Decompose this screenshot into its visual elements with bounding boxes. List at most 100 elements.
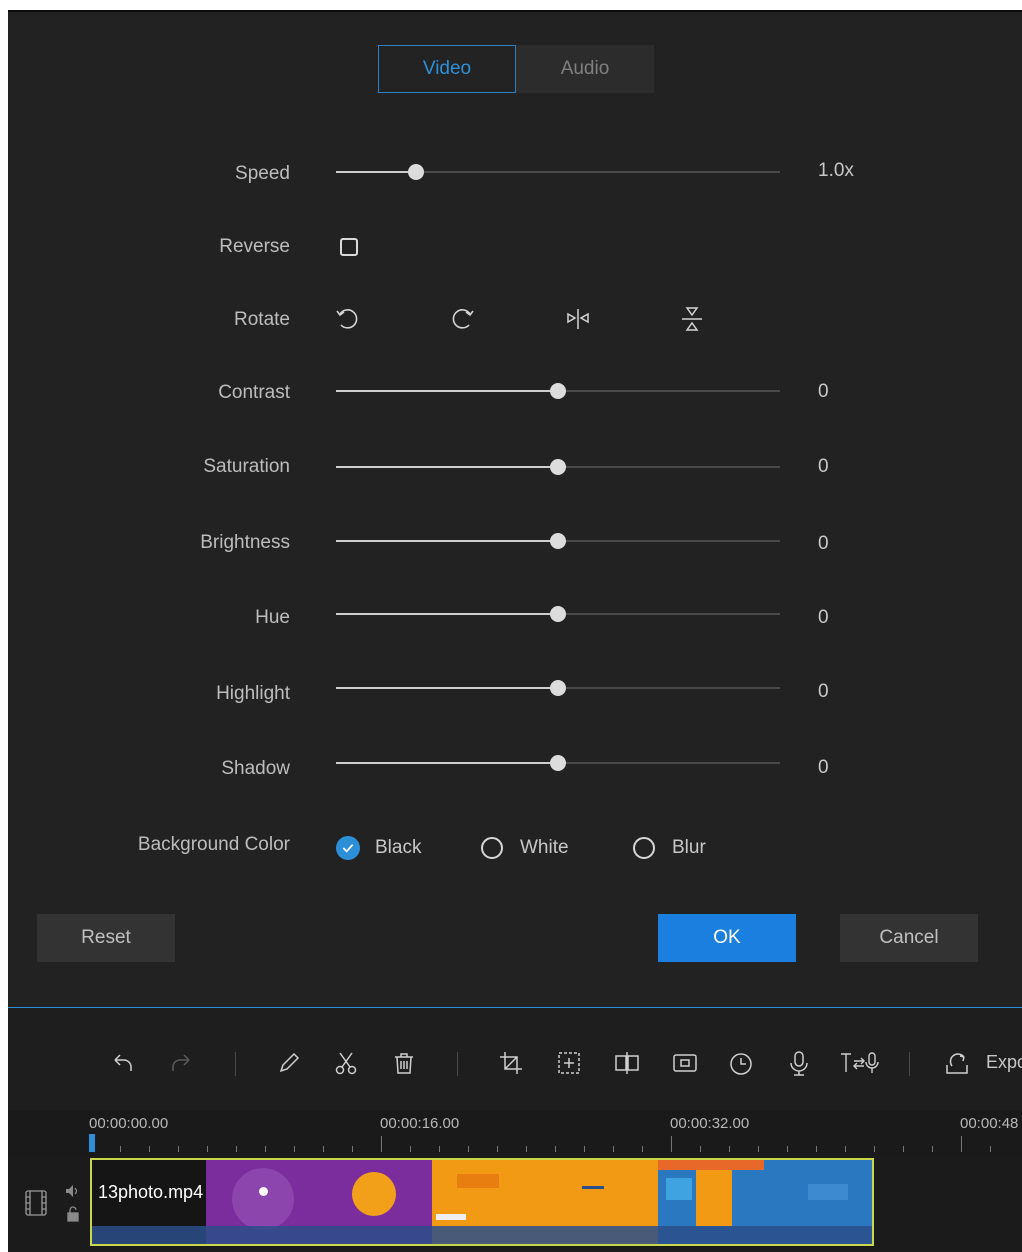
reverse-checkbox[interactable] [340,238,358,256]
timestamp-label: 00:00:00.00 [89,1115,169,1132]
radio-blur[interactable] [633,837,655,859]
highlight-slider-handle[interactable] [550,680,566,696]
cancel-button[interactable]: Cancel [840,914,978,962]
flip-vertical-icon[interactable] [677,304,707,334]
toolbar-divider [235,1052,236,1076]
highlight-slider-fill [336,687,558,689]
reverse-label: Reverse [219,236,290,257]
ruler-tick [555,1146,556,1152]
shadow-slider-handle[interactable] [550,755,566,771]
window-top-border [0,0,1022,10]
ruler-tick [584,1146,585,1152]
ruler-tick [729,1146,730,1152]
radio-white[interactable] [481,837,503,859]
ruler-tick [236,1146,237,1152]
radio-white-label[interactable]: White [520,837,569,859]
brightness-slider-handle[interactable] [550,533,566,549]
brightness-label: Brightness [200,532,290,553]
ruler-tick [961,1136,962,1152]
ruler-tick [120,1146,121,1152]
audio-waveform [92,1226,872,1244]
ruler-tick [294,1146,295,1152]
toolbar-divider [457,1052,458,1076]
rotate-right-icon[interactable] [447,304,477,334]
radio-black[interactable] [336,836,360,860]
ruler-tick [323,1146,324,1152]
saturation-value: 0 [818,456,829,477]
voiceover-icon[interactable] [784,1048,814,1078]
crop-icon[interactable] [496,1048,526,1078]
ruler-tick [178,1146,179,1152]
contrast-slider-fill [336,390,558,392]
saturation-slider-handle[interactable] [550,459,566,475]
background-color-label: Background Color [137,834,290,855]
toolbar-divider [909,1052,910,1076]
speed-slider-handle[interactable] [408,164,424,180]
contrast-value: 0 [818,381,829,402]
window-left-border [0,10,8,1252]
edit-icon[interactable] [274,1048,304,1078]
split-icon[interactable] [612,1048,642,1078]
ruler-tick [990,1146,991,1152]
radio-black-label[interactable]: Black [375,837,421,859]
reset-button[interactable]: Reset [37,914,175,962]
volume-icon[interactable] [65,1184,81,1198]
tab-audio[interactable]: Audio [516,45,654,93]
export-button-label[interactable]: Expo [986,1052,1022,1073]
shadow-label: Shadow [221,758,290,779]
tab-video[interactable]: Video [378,45,516,93]
speed-slider-fill [336,171,416,173]
speed-label: Speed [235,163,290,184]
flip-horizontal-icon[interactable] [563,304,593,334]
ruler-tick [468,1146,469,1152]
speed-value: 1.0x [818,160,854,181]
radio-blur-label[interactable]: Blur [672,837,706,859]
checkmark-icon [342,844,354,853]
playhead[interactable] [89,1134,95,1152]
undo-icon[interactable] [108,1048,138,1078]
ruler-tick [903,1146,904,1152]
hue-value: 0 [818,607,829,628]
resize-icon[interactable] [554,1048,584,1078]
ruler-tick [265,1146,266,1152]
ruler-tick [932,1146,933,1152]
redo-icon[interactable] [166,1048,196,1078]
ruler-tick [671,1136,672,1152]
ruler-tick [207,1146,208,1152]
ruler-tick [613,1146,614,1152]
ruler-tick [497,1146,498,1152]
clip-name: 13photo.mp4 [98,1182,204,1202]
brightness-value: 0 [818,533,829,554]
text-to-speech-icon[interactable] [838,1048,882,1078]
brightness-slider-fill [336,540,558,542]
ruler-tick [410,1146,411,1152]
ruler-tick [352,1146,353,1152]
hue-slider-handle[interactable] [550,606,566,622]
freeze-frame-icon[interactable] [670,1048,700,1078]
lock-icon[interactable] [66,1206,80,1222]
rotate-left-icon[interactable] [333,304,363,334]
ruler-tick [845,1146,846,1152]
highlight-label: Highlight [216,683,290,704]
rotate-label: Rotate [234,309,290,330]
contrast-label: Contrast [218,382,290,403]
contrast-slider-handle[interactable] [550,383,566,399]
ruler-tick [526,1146,527,1152]
timestamp-label: 00:00:16.00 [380,1115,460,1132]
ruler-tick [381,1136,382,1152]
ruler-tick [787,1146,788,1152]
ruler-tick [642,1146,643,1152]
duration-icon[interactable] [726,1048,756,1078]
highlight-value: 0 [818,681,829,702]
film-strip-icon [24,1189,48,1217]
ok-button[interactable]: OK [658,914,796,962]
ruler-tick [758,1146,759,1152]
timestamp-label: 00:00:32.00 [670,1115,750,1132]
cut-icon[interactable] [331,1048,361,1078]
export-icon[interactable] [942,1048,972,1078]
ruler-tick [816,1146,817,1152]
delete-icon[interactable] [389,1048,419,1078]
ruler-tick [439,1146,440,1152]
ruler-tick [874,1146,875,1152]
video-clip[interactable] [90,1158,874,1246]
